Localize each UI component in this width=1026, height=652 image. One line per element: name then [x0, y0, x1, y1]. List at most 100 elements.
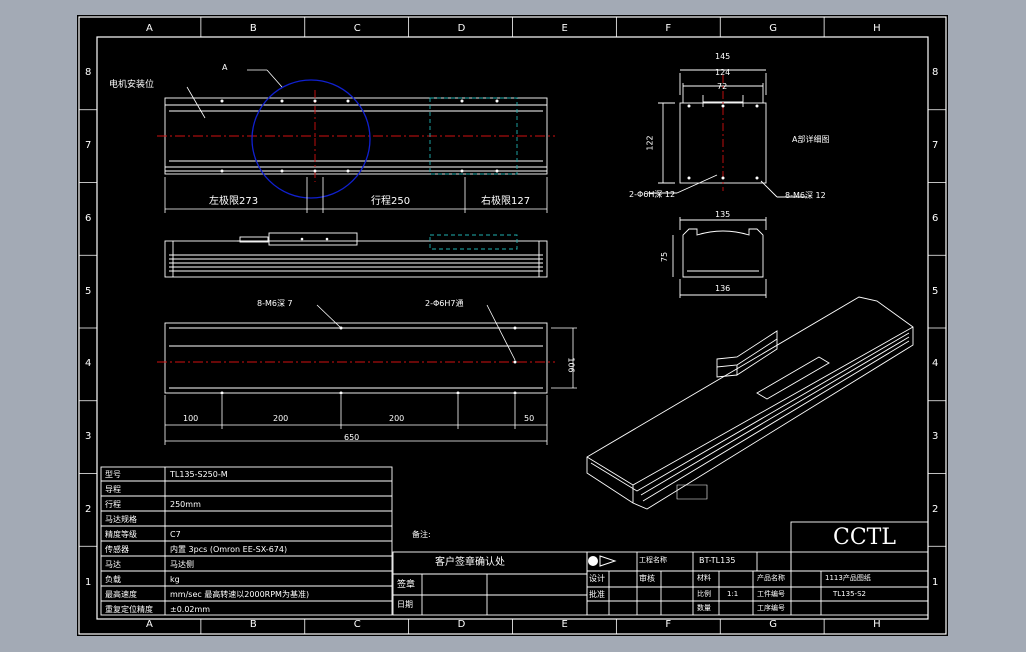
- grid-row-right-4: 4: [932, 358, 939, 370]
- spec-value: 马达侧: [170, 560, 194, 569]
- callout-a: A: [222, 63, 228, 72]
- grid-col-top-F: F: [665, 23, 672, 34]
- motor-position-label: 电机安装位: [109, 80, 155, 90]
- grid-col-top-E: E: [561, 23, 568, 34]
- spec-value: kg: [170, 575, 180, 584]
- grid-col-top-D: D: [457, 23, 466, 34]
- dim-72: 72: [717, 82, 728, 91]
- isometric-view: [586, 296, 914, 510]
- grid-row-left-7: 7: [85, 140, 92, 152]
- grid-row-right-5: 5: [932, 285, 939, 297]
- confirm-title: 客户签章确认处: [435, 557, 505, 568]
- top-dims: [164, 69, 548, 213]
- grid-row-left-5: 5: [85, 285, 92, 297]
- spec-value: 250mm: [170, 500, 201, 509]
- spec-label: 导程: [105, 485, 121, 494]
- grid-row-right-1: 1: [932, 576, 939, 588]
- dim-200a: 200: [273, 414, 289, 423]
- spec-label: 重复定位精度: [105, 605, 153, 614]
- detail-hole-left: 2-Φ6H深 12: [629, 190, 676, 199]
- grid-col-top-H: H: [873, 23, 881, 34]
- grid-row-right-2: 2: [932, 503, 939, 515]
- approve-label: 批准: [589, 590, 605, 599]
- left-limit-label: 左极限273: [209, 196, 259, 207]
- dim-100: 100: [183, 414, 199, 423]
- company-logo: [588, 555, 617, 567]
- grid-col-bottom-F: F: [665, 619, 672, 630]
- hole-note-2: 2-Φ6H7通: [425, 299, 464, 308]
- spec-label: 马达规格: [105, 515, 137, 524]
- grid-row-right-8: 8: [932, 67, 939, 79]
- part-no-label: 工件编号: [757, 590, 785, 598]
- spec-label: 马达: [105, 560, 121, 569]
- grid-col-bottom-D: D: [457, 619, 466, 630]
- grid-col-bottom-C: C: [353, 619, 361, 630]
- date-label: 日期: [397, 600, 413, 609]
- page-label: 工序编号: [757, 604, 785, 612]
- grid-col-bottom-E: E: [561, 619, 568, 630]
- grid-row-left-2: 2: [85, 503, 92, 515]
- grid-row-left-6: 6: [85, 212, 92, 224]
- spec-label: 精度等级: [105, 530, 137, 539]
- spec-label: 最高速度: [105, 590, 137, 599]
- dim-75: 75: [660, 251, 670, 263]
- spec-value: TL135-S250-M: [170, 470, 228, 479]
- cad-drawing: [78, 16, 947, 635]
- grid-row-left-1: 1: [85, 576, 92, 588]
- dim-122: 122: [645, 135, 655, 151]
- product-name: 1113产品图纸: [825, 574, 871, 582]
- grid-row-left-8: 8: [85, 67, 92, 79]
- spec-label: 型号: [105, 470, 121, 479]
- grid-col-bottom-G: G: [769, 619, 777, 630]
- spec-value: 内置 3pcs (Omron EE-SX-674): [170, 545, 288, 554]
- grid-col-top-G: G: [769, 23, 777, 34]
- right-limit-label: 右极限127: [481, 196, 531, 207]
- dim-650: 650: [344, 433, 360, 442]
- drawing-name-label: 工程名称: [639, 556, 667, 564]
- grid-row-right-6: 6: [932, 212, 939, 224]
- bottom-holes: [220, 326, 517, 395]
- spec-value: mm/sec 最高转速以2000RPM为基准): [170, 590, 310, 599]
- grid-col-top-B: B: [249, 23, 257, 34]
- dim-50: 50: [524, 414, 535, 423]
- company-name: CCTL: [833, 525, 896, 550]
- grid-col-bottom-H: H: [873, 619, 881, 630]
- detail-hole-right: 8-M6深 12: [785, 191, 826, 200]
- drawing-name: BT-TL135: [699, 556, 736, 565]
- grid-col-top-C: C: [353, 23, 361, 34]
- part-no: TL135-S2: [833, 590, 866, 598]
- dim-124: 124: [715, 68, 731, 77]
- dim-135: 135: [715, 210, 731, 219]
- spec-value: ±0.02mm: [170, 605, 211, 614]
- dim-106: 106: [566, 357, 576, 373]
- spec-label: 负载: [105, 575, 121, 584]
- grid-row-right-3: 3: [932, 431, 939, 443]
- check-label: 审核: [639, 574, 655, 583]
- grid-col-top-A: A: [145, 23, 153, 34]
- side-view: [164, 232, 548, 278]
- product-label: 产品名称: [757, 574, 785, 582]
- detail-title: A部详细图: [792, 135, 830, 144]
- design-label: 设计: [589, 574, 605, 583]
- drawing-sheet: A 电机安装位 左极限273 行程250 右极限127 8-M6深 7 2-Φ6…: [77, 15, 948, 636]
- bottom-view: [164, 322, 548, 394]
- dim-136: 136: [715, 284, 731, 293]
- grid-row-right-7: 7: [932, 140, 939, 152]
- grid-col-bottom-A: A: [145, 619, 153, 630]
- sign-label: 签章: [397, 580, 416, 590]
- hole-note-1: 8-M6深 7: [257, 299, 293, 308]
- scale-value: 1:1: [727, 590, 739, 598]
- stroke-label: 行程250: [371, 196, 411, 207]
- material-label: 材料: [697, 574, 711, 582]
- qty-label: 数量: [697, 604, 711, 612]
- spec-label: 行程: [105, 500, 121, 509]
- grid-row-left-4: 4: [85, 358, 92, 370]
- grid-col-bottom-B: B: [249, 619, 257, 630]
- scale-label: 比例: [697, 590, 711, 598]
- dim-145: 145: [715, 52, 731, 61]
- spec-label: 传感器: [105, 545, 129, 554]
- dim-200b: 200: [389, 414, 405, 423]
- notes-label: 备注:: [412, 530, 431, 539]
- bottom-dims: [164, 304, 577, 445]
- spec-value: C7: [170, 530, 181, 539]
